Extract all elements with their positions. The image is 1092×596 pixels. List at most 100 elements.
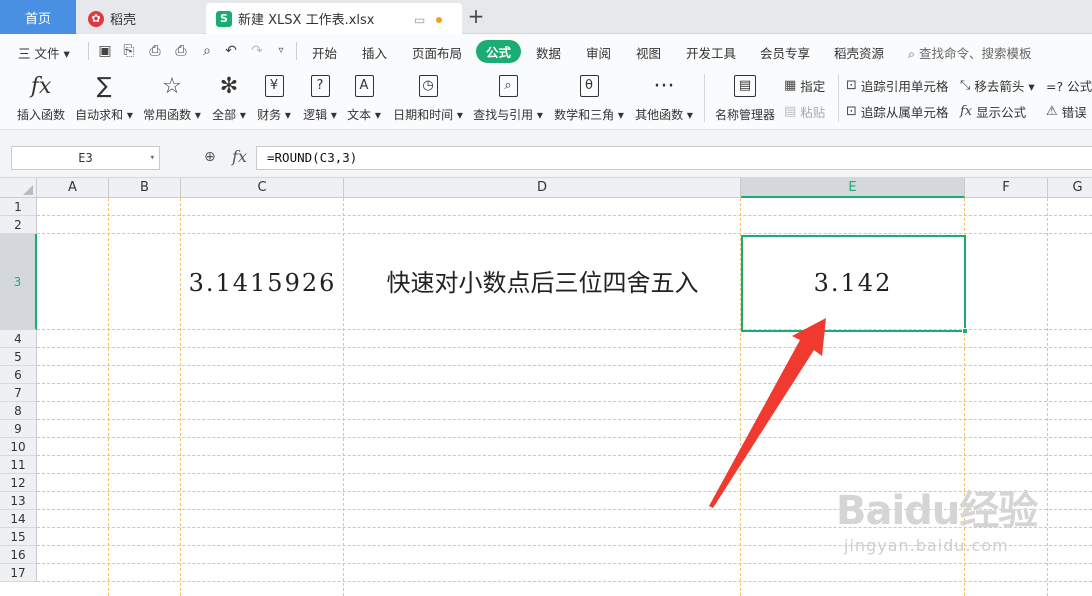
row-header-15[interactable]: 15 (0, 528, 37, 546)
command-search[interactable]: ⌕ 查找命令、搜索模板 (908, 43, 1032, 62)
remove-arrows-button[interactable]: ⤡ 移去箭头 ▾ (960, 76, 1035, 95)
chevron-down-icon[interactable]: ▾ (150, 147, 155, 169)
asterisk-icon: ✻ (219, 73, 239, 99)
spreadsheet-app: 首页 ✿ 稻壳 S 新建 XLSX 工作表.xlsx ▭ + 三 文件 ▾ ▣ … (0, 0, 1092, 596)
watermark-url: jingyan.baidu.com (844, 536, 1009, 555)
row-header-12[interactable]: 12 (0, 474, 37, 492)
date-time-button[interactable]: ◷ 日期和时间 ▾ (392, 72, 464, 123)
column-header-a[interactable]: A (37, 178, 109, 198)
trace-dependents-button[interactable]: ⊡ 追踪从属单元格 (846, 102, 948, 121)
row-header-14[interactable]: 14 (0, 510, 37, 528)
row-header-3[interactable]: 3 (0, 234, 37, 330)
gridline (37, 347, 1092, 348)
gridline (37, 473, 1092, 474)
column-header-f[interactable]: F (965, 178, 1048, 198)
tab-file-label: 新建 XLSX 工作表.xlsx (238, 13, 375, 28)
row-header-9[interactable]: 9 (0, 420, 37, 438)
row-header-10[interactable]: 10 (0, 438, 37, 456)
monitor-icon[interactable]: ▭ (414, 13, 425, 27)
menu-item-formula[interactable]: 公式 (476, 40, 522, 63)
math-trig-label: 数学和三角 ▾ (554, 108, 624, 122)
row-header-13[interactable]: 13 (0, 492, 37, 510)
logical-button[interactable]: ? 逻辑 ▾ (302, 72, 338, 123)
row-header-1[interactable]: 1 (0, 198, 37, 216)
row-header-8[interactable]: 8 (0, 402, 37, 420)
autosum-button[interactable]: ∑ 自动求和 ▾ (74, 72, 134, 123)
other-functions-button[interactable]: ··· 其他函数 ▾ (634, 72, 694, 123)
menu-item-data[interactable]: 数据 (536, 43, 561, 62)
menu-item-member[interactable]: 会员专享 (760, 43, 810, 62)
row-header-6[interactable]: 6 (0, 366, 37, 384)
fx-icon: fx (30, 73, 52, 99)
menu-item-developer[interactable]: 开发工具 (686, 43, 736, 62)
name-box-value: E3 (78, 151, 93, 165)
zoom-search-icon[interactable]: ⊕ (204, 149, 216, 165)
menu-item-review[interactable]: 审阅 (586, 43, 611, 62)
show-formulas-label: 显示公式 (976, 105, 1027, 120)
formula-audit-button[interactable]: =? 公式 (1046, 76, 1092, 95)
redo-icon[interactable]: ↷ (248, 42, 266, 60)
save-icon[interactable]: ▣ (96, 42, 114, 60)
financial-button[interactable]: ¥ 财务 ▾ (256, 72, 292, 123)
row-header-11[interactable]: 11 (0, 456, 37, 474)
show-formulas-button[interactable]: fx 显示公式 (960, 102, 1026, 121)
name-manager-button[interactable]: ▤ 名称管理器 (712, 72, 778, 123)
print-preview-icon[interactable]: ⎙ (172, 42, 190, 60)
menu-item-start[interactable]: 开始 (312, 43, 337, 62)
column-header-b[interactable]: B (109, 178, 181, 198)
row-header-2[interactable]: 2 (0, 216, 37, 234)
column-header-d[interactable]: D (344, 178, 741, 198)
row-header-7[interactable]: 7 (0, 384, 37, 402)
divider (296, 42, 297, 60)
paste-label: 粘贴 (800, 105, 826, 120)
gridline (37, 215, 1092, 216)
name-box[interactable]: E3 ▾ (11, 146, 160, 170)
spreadsheet-icon: S (216, 10, 232, 27)
file-menu[interactable]: 三 文件 ▾ (18, 43, 70, 62)
paste-icon: ▤ (784, 104, 797, 119)
math-trig-button[interactable]: θ 数学和三角 ▾ (552, 72, 626, 123)
tab-file[interactable]: S 新建 XLSX 工作表.xlsx ▭ (206, 3, 462, 34)
print-icon[interactable]: ⎙ (146, 42, 164, 60)
yen-icon: ¥ (256, 72, 292, 100)
new-tab-button[interactable]: + (466, 4, 486, 28)
gridline (37, 455, 1092, 456)
column-header-c[interactable]: C (181, 178, 344, 198)
select-all-corner[interactable] (0, 178, 37, 198)
error-check-button[interactable]: ⚠ 错误 (1046, 102, 1087, 121)
gridline (108, 198, 109, 596)
tab-daoke[interactable]: ✿ 稻壳 (78, 3, 203, 34)
cell-selection-e3[interactable] (741, 235, 968, 334)
gridline (37, 383, 1092, 384)
row-header-16[interactable]: 16 (0, 546, 37, 564)
customize-icon[interactable]: ▿ (272, 42, 290, 60)
tab-home[interactable]: 首页 (0, 0, 76, 34)
preview-icon[interactable]: ⌕ (198, 42, 216, 60)
lookup-reference-button[interactable]: ⌕ 查找与引用 ▾ (472, 72, 544, 123)
cell-d3[interactable]: 快速对小数点后三位四舍五入 (344, 235, 741, 331)
undo-icon[interactable]: ↶ (222, 42, 240, 60)
insert-function-button[interactable]: fx 插入函数 (14, 72, 68, 123)
text-button[interactable]: A 文本 ▾ (346, 72, 382, 123)
formula-input[interactable]: =ROUND(C3,3) (256, 146, 1092, 170)
cell-c3[interactable]: 3.1415926 (181, 235, 344, 331)
row-header-4[interactable]: 4 (0, 330, 37, 348)
fx-icon[interactable]: fx (232, 147, 247, 166)
specify-button[interactable]: ▦ 指定 (784, 76, 825, 95)
menu-item-daoke-resources[interactable]: 稻壳资源 (834, 43, 884, 62)
column-header-e[interactable]: E (741, 178, 965, 198)
common-functions-button[interactable]: ☆ 常用函数 ▾ (142, 72, 202, 123)
menu-item-page-layout[interactable]: 页面布局 (412, 43, 462, 62)
row-header-5[interactable]: 5 (0, 348, 37, 366)
trace-precedents-button[interactable]: ⊡ 追踪引用单元格 (846, 76, 948, 95)
menu-item-insert[interactable]: 插入 (362, 43, 387, 62)
export-icon[interactable]: ⎘ (120, 42, 138, 60)
row-header-17[interactable]: 17 (0, 564, 37, 582)
sigma-icon: ∑ (96, 73, 112, 99)
menu-item-view[interactable]: 视图 (636, 43, 661, 62)
paste-button[interactable]: ▤ 粘贴 (784, 102, 825, 121)
all-functions-button[interactable]: ✻ 全部 ▾ (210, 72, 248, 123)
fill-handle[interactable] (962, 328, 968, 334)
column-header-g[interactable]: G (1048, 178, 1092, 198)
table-icon: ▦ (784, 78, 797, 93)
